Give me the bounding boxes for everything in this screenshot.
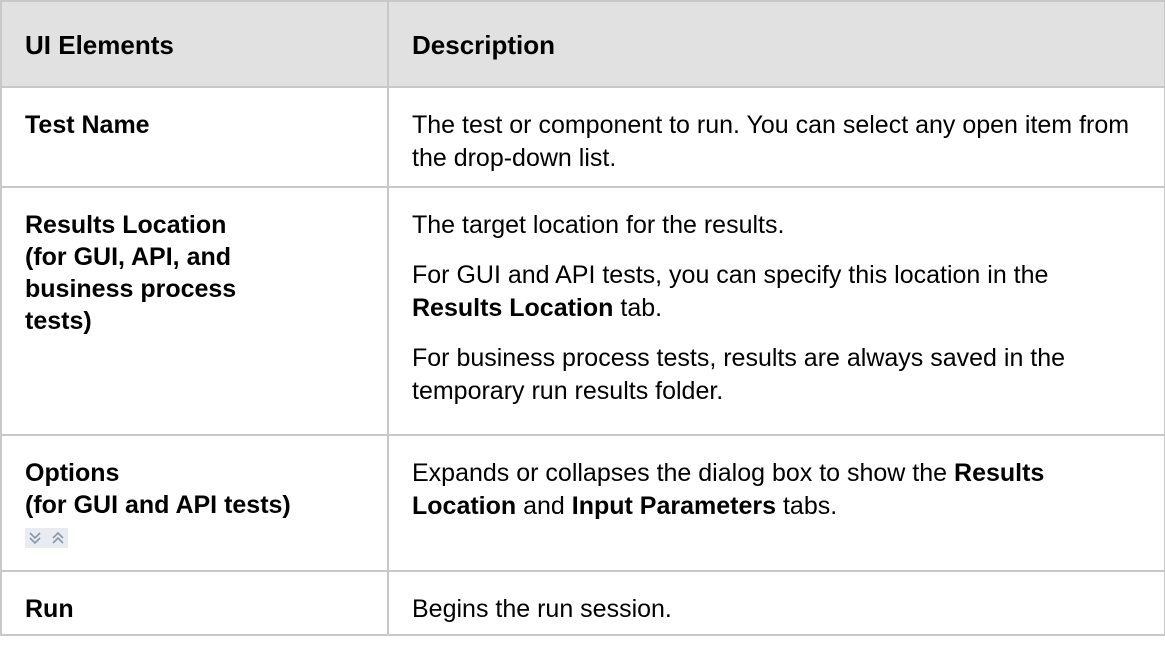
description-paragraph: Expands or collapses the dialog box to s…	[412, 459, 1045, 520]
description-paragraph: For GUI and API tests, you can specify t…	[412, 261, 1049, 322]
row-label: Test Name	[25, 111, 150, 139]
row-label-cell: Test Name	[0, 86, 389, 188]
row-description-cell: Begins the run session.	[387, 570, 1165, 636]
ui-term-input-parameters: Input Parameters	[571, 492, 777, 520]
description-paragraph: For business process tests, results are …	[412, 344, 1066, 405]
row-label-cell: Options (for GUI and API tests)	[0, 434, 389, 572]
row-label-qualifier: tests)	[25, 307, 92, 335]
row-label: Options	[25, 459, 120, 487]
description-paragraph: Begins the run session.	[412, 595, 672, 623]
row-label-qualifier: business process	[25, 275, 237, 303]
row-description-cell: Expands or collapses the dialog box to s…	[387, 434, 1165, 572]
description-paragraph: The target location for the results.	[412, 211, 785, 239]
options-toggle-icons	[25, 528, 68, 548]
expand-down-icon	[29, 532, 41, 545]
table-row-run: Run Begins the run session.	[0, 570, 1165, 636]
row-label-qualifier: (for GUI and API tests)	[25, 491, 291, 519]
description-paragraph: The test or component to run. You can se…	[412, 111, 1130, 172]
table-row-results-location: Results Location (for GUI, API, and busi…	[0, 186, 1165, 436]
ui-elements-table: UI Elements Description Test Name The te…	[0, 0, 1165, 636]
row-description-cell: The target location for the results. For…	[387, 186, 1165, 436]
row-label-cell: Run	[0, 570, 389, 636]
row-label: Results Location	[25, 211, 227, 239]
header-ui-elements: UI Elements	[0, 0, 389, 88]
row-label: Run	[25, 595, 74, 623]
table-header-row: UI Elements Description	[0, 0, 1165, 88]
table-row-test-name: Test Name The test or component to run. …	[0, 86, 1165, 188]
header-description: Description	[387, 0, 1165, 88]
collapse-up-icon	[52, 531, 64, 544]
row-label-cell: Results Location (for GUI, API, and busi…	[0, 186, 389, 436]
ui-term-results-location: Results Location	[412, 294, 614, 322]
row-description-cell: The test or component to run. You can se…	[387, 86, 1165, 188]
table-row-options: Options (for GUI and API tests) Expands …	[0, 434, 1165, 572]
row-label-qualifier: (for GUI, API, and	[25, 243, 232, 271]
